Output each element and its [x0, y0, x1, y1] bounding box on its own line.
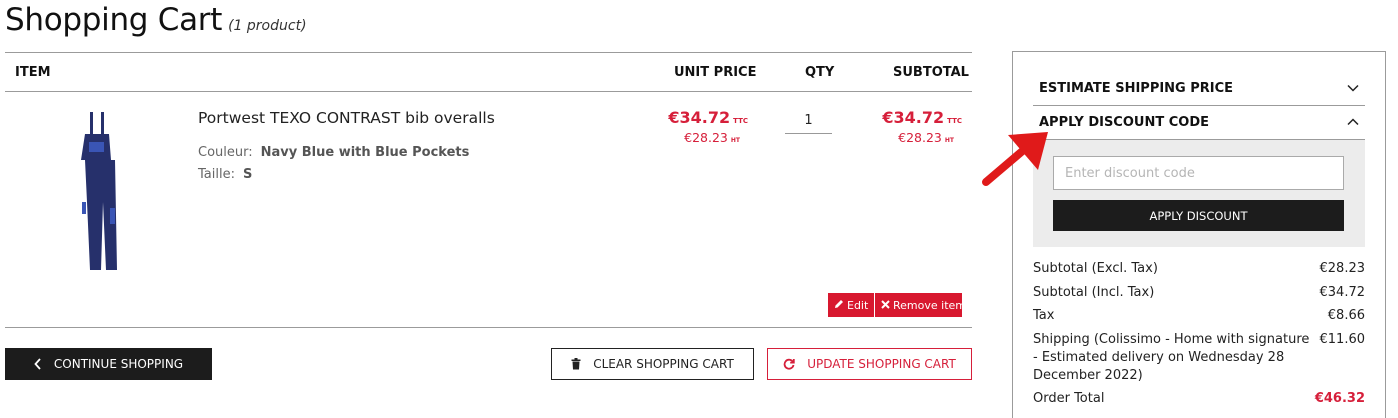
apply-discount-toggle[interactable]: APPLY DISCOUNT CODE: [1033, 106, 1365, 140]
refresh-icon: [783, 358, 795, 370]
continue-shopping-label: CONTINUE SHOPPING: [53, 357, 184, 371]
page-title: Shopping Cart (1 product): [5, 2, 307, 38]
estimate-shipping-label: ESTIMATE SHIPPING PRICE: [1039, 81, 1234, 96]
apply-discount-button[interactable]: APPLY DISCOUNT: [1053, 200, 1344, 231]
remove-label: Remove item: [893, 298, 966, 312]
discount-code-input[interactable]: [1053, 156, 1344, 190]
close-icon: [881, 299, 890, 312]
totals-value: €8.66: [1327, 308, 1365, 323]
clear-cart-button[interactable]: CLEAR SHOPPING CART: [551, 348, 754, 380]
ht-suffix: HT: [730, 137, 740, 144]
chevron-left-icon: [34, 358, 42, 370]
attribute-label: Couleur:: [198, 145, 253, 160]
update-cart-label: UPDATE SHOPPING CART: [807, 357, 956, 371]
apply-discount-header-label: APPLY DISCOUNT CODE: [1039, 115, 1209, 130]
header-qty: QTY: [805, 65, 835, 80]
product-attribute-size: Taille: S: [198, 167, 252, 182]
update-cart-button[interactable]: UPDATE SHOPPING CART: [767, 348, 972, 380]
pencil-icon: [834, 299, 844, 312]
totals-value: €28.23: [1319, 261, 1366, 276]
chevron-up-icon: [1347, 115, 1359, 130]
page-title-text: Shopping Cart: [5, 2, 223, 38]
cart-summary-sidebar: ESTIMATE SHIPPING PRICE APPLY DISCOUNT C…: [1012, 51, 1386, 418]
row-divider: [5, 327, 972, 328]
unit-price-incl: €34.72 TTC: [668, 108, 748, 127]
product-image[interactable]: [65, 112, 185, 277]
totals-value: €11.60: [1319, 332, 1366, 347]
totals-label: Subtotal (Excl. Tax): [1033, 261, 1158, 276]
totals-label: Order Total: [1033, 391, 1105, 406]
ttc-suffix: TTC: [733, 117, 748, 125]
totals-label: Shipping (Colissimo - Home with signatur…: [1033, 332, 1310, 383]
unit-price-incl-value: €34.72: [668, 108, 731, 127]
totals-label: Subtotal (Incl. Tax): [1033, 285, 1155, 300]
unit-price-excl: €28.23 HT: [684, 130, 740, 145]
attribute-value: S: [242, 167, 253, 182]
header-divider: [5, 91, 972, 92]
remove-item-button[interactable]: Remove item: [875, 293, 966, 317]
annotation-arrow-icon: [982, 132, 1048, 186]
header-item: ITEM: [15, 65, 51, 80]
subtotal-excl-value: €28.23: [898, 130, 942, 145]
subtotal-incl-value: €34.72: [882, 108, 945, 127]
edit-item-button[interactable]: Edit: [828, 293, 875, 317]
totals-value: €34.72: [1319, 285, 1366, 300]
clear-cart-label: CLEAR SHOPPING CART: [593, 357, 734, 371]
subtotal-excl: €28.23 HT: [898, 130, 954, 145]
unit-price-excl-value: €28.23: [684, 130, 728, 145]
ttc-suffix: TTC: [947, 117, 962, 125]
header-unit-price: UNIT PRICE: [674, 65, 757, 80]
product-name[interactable]: Portwest TEXO CONTRAST bib overalls: [198, 109, 495, 127]
continue-shopping-button[interactable]: CONTINUE SHOPPING: [5, 348, 212, 380]
edit-label: Edit: [847, 298, 869, 312]
product-attribute-color: Couleur: Navy Blue with Blue Pockets: [198, 145, 469, 160]
trash-icon: [571, 358, 581, 370]
qty-input[interactable]: [785, 108, 832, 134]
attribute-label: Taille:: [198, 167, 235, 182]
attribute-value: Navy Blue with Blue Pockets: [260, 145, 470, 160]
ht-suffix: HT: [944, 137, 954, 144]
product-count: (1 product): [228, 18, 307, 34]
discount-panel: APPLY DISCOUNT: [1033, 140, 1365, 247]
totals-label: Tax: [1033, 308, 1055, 323]
totals-value: €46.32: [1314, 391, 1365, 406]
estimate-shipping-toggle[interactable]: ESTIMATE SHIPPING PRICE: [1033, 72, 1365, 106]
chevron-down-icon: [1347, 81, 1359, 96]
subtotal-incl: €34.72 TTC: [882, 108, 962, 127]
table-top-divider: [5, 52, 972, 53]
header-subtotal: SUBTOTAL: [893, 65, 969, 80]
